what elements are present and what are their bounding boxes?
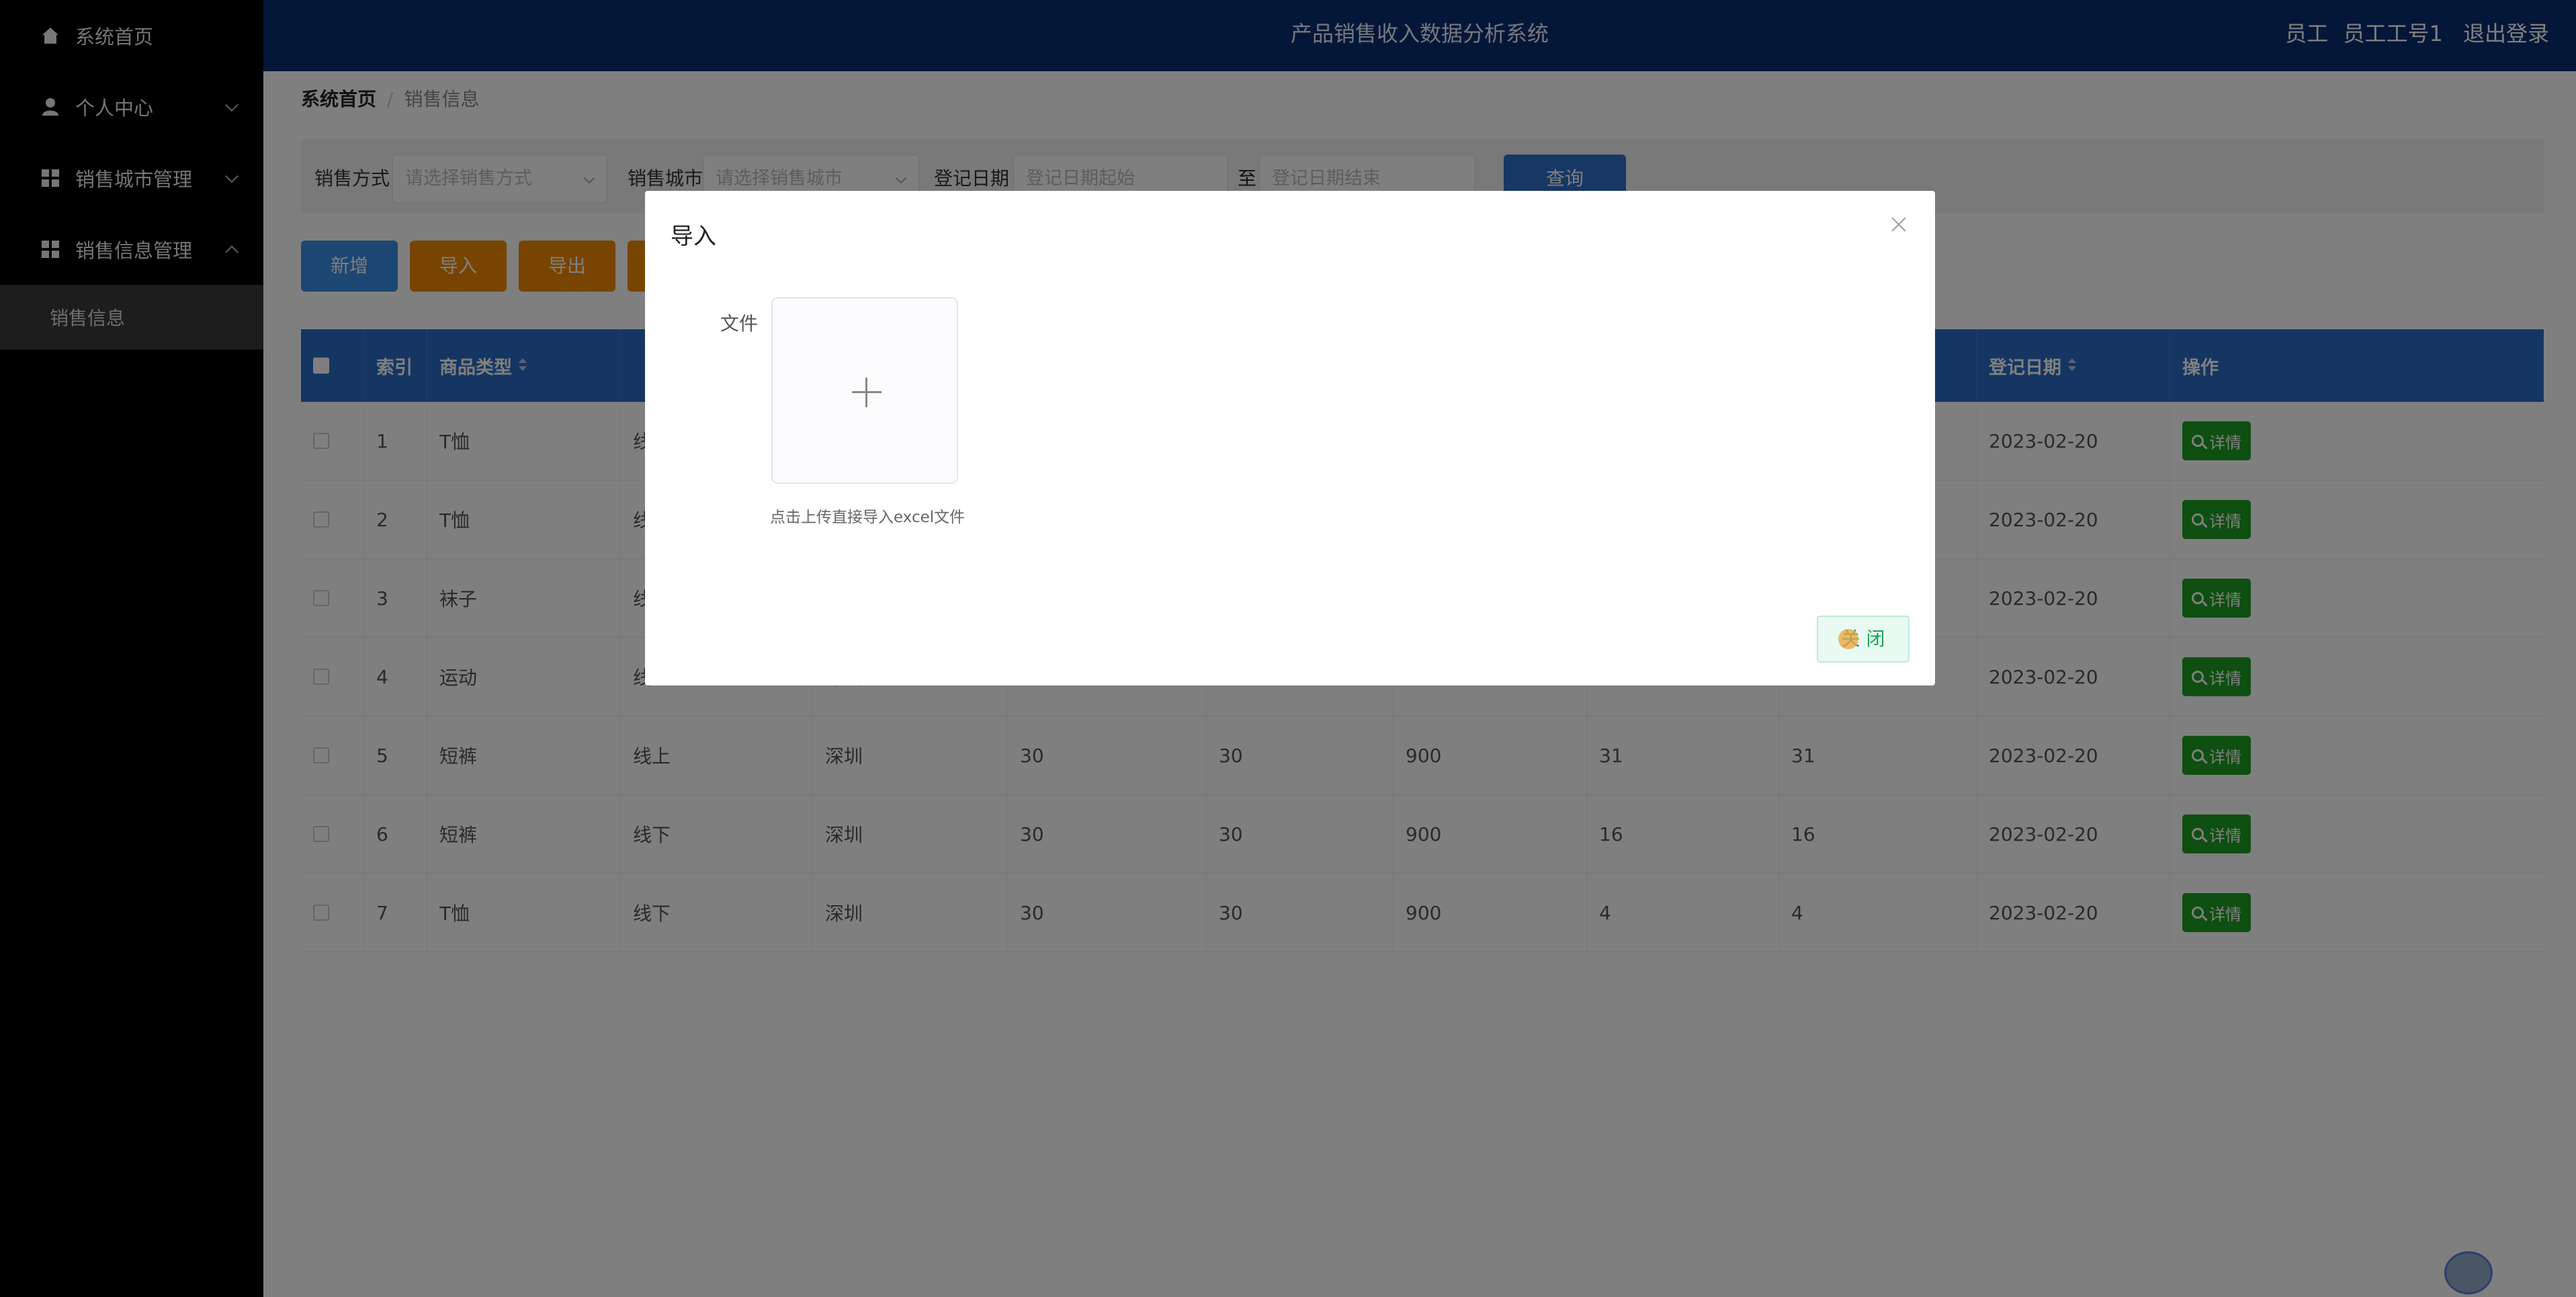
- upload-box[interactable]: [771, 297, 958, 484]
- app-root: 系统首页 个人中心 销售城市管理 销售信息管理 销售信息: [0, 0, 2576, 1297]
- cursor-indicator: [1838, 629, 1858, 649]
- import-dialog: 导入 文件 点击上传直接导入excel文件 关 闭: [645, 191, 1935, 685]
- upload-hint: 点击上传直接导入excel文件: [770, 509, 965, 526]
- file-label: 文件: [720, 312, 759, 335]
- close-button[interactable]: 关 闭: [1817, 616, 1909, 663]
- avatar[interactable]: [2444, 1251, 2493, 1294]
- dialog-title: 导入: [671, 223, 716, 250]
- close-icon[interactable]: [1889, 215, 1908, 234]
